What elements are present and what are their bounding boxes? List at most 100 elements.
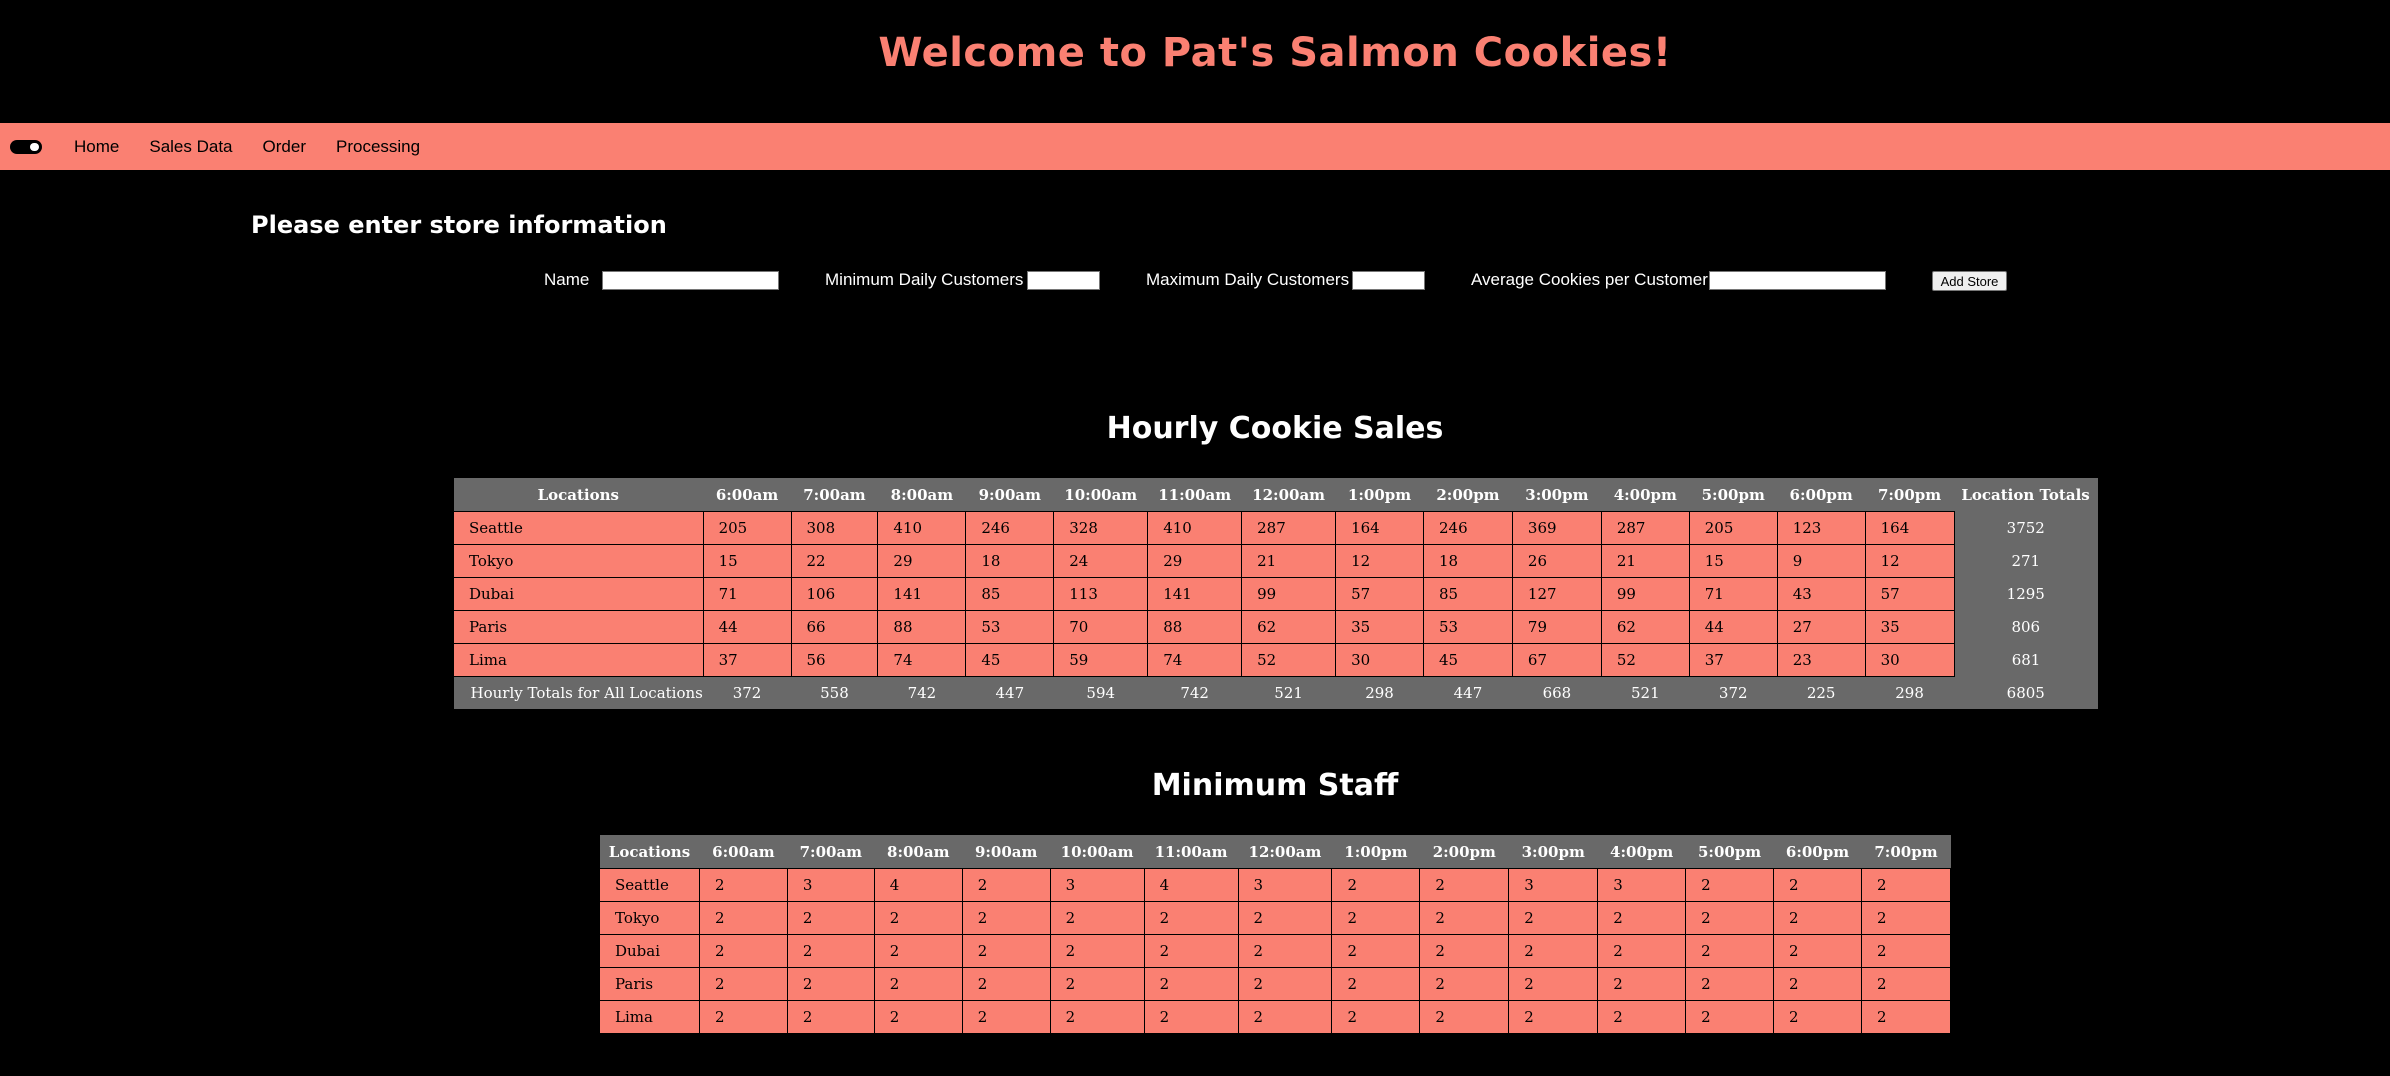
value-cell: 2 [1143,967,1239,1001]
min-customers-input[interactable] [1027,271,1100,290]
value-cell: 113 [1053,577,1149,611]
sales-header-locations: Locations [453,478,704,512]
value-cell: 2 [1773,967,1862,1001]
value-cell: 2 [698,1000,788,1034]
nav-link-home[interactable]: Home [74,137,119,157]
location-cell: Paris [453,610,704,644]
value-cell: 2 [1685,934,1775,968]
table-row: Lima 37 56 74 45 59 74 52 30 45 67 52 37 23 30 681 [453,643,2098,677]
value-cell: 30 [1864,643,1955,677]
value-cell: 2 [1049,934,1145,968]
value-cell: 2 [1773,868,1862,902]
value-cell: 4 [873,868,963,902]
value-cell: 43 [1776,577,1866,611]
table-row: Tokyo 15 22 29 18 24 29 21 12 18 26 21 15 9 12 271 [453,544,2098,578]
table-row: Dubai 71 106 141 85 113 141 99 57 85 127 99 71 43 57 12… [453,577,2098,611]
value-cell: 2 [1773,934,1862,968]
max-customers-input[interactable] [1352,271,1425,290]
theme-toggle[interactable] [10,139,42,154]
value-cell: 127 [1511,577,1602,611]
value-cell: 24 [1053,544,1149,578]
value-cell: 2 [873,1000,963,1034]
value-cell: 2 [1860,868,1952,902]
staff-title: Minimum Staff [1151,768,1399,803]
staff-header-7-00pm: 7:00pm [1861,835,1951,869]
table-row: Dubai 2 2 2 2 2 2 2 2 2 2 2 2 2 2 [599,934,1952,968]
value-cell: 106 [790,577,879,611]
value-cell: 62 [1600,610,1690,644]
location-cell: Dubai [453,577,704,611]
value-cell: 2 [786,967,875,1001]
value-cell: 2 [786,934,875,968]
staff-body: Seattle 2 3 4 2 3 4 3 2 2 3 3 2 2 2 Tokyo 2 2 2 2 2 2 2 2 2 2 2 2 2 2… [599,868,1952,1034]
location-total-cell: 806 [1954,610,2098,644]
avg-cookies-input[interactable] [1709,271,1886,290]
location-cell: Seattle [599,868,700,902]
value-cell: 2 [698,934,788,968]
value-cell: 2 [873,934,963,968]
value-cell: 30 [1335,643,1424,677]
value-cell: 88 [1147,610,1243,644]
nav-link-processing[interactable]: Processing [336,137,420,157]
value-cell: 287 [1241,511,1337,545]
value-cell: 15 [702,544,792,578]
value-cell: 2 [1597,901,1687,935]
nav-link-sales-data[interactable]: Sales Data [149,137,232,157]
value-cell: 62 [1241,610,1337,644]
sales-header-7-00pm: 7:00pm [1865,478,1955,512]
value-cell: 99 [1241,577,1337,611]
sales-header-location-totals: Location Totals [1954,478,2098,512]
site-title: Welcome to Pat's Salmon Cookies! [878,30,1672,76]
location-cell: Tokyo [453,544,704,578]
value-cell: 164 [1864,511,1955,545]
value-cell: 35 [1335,610,1424,644]
sales-header-10-00am: 10:00am [1053,478,1148,512]
footer-total-cell: 372 [1689,676,1778,709]
name-label: Name [544,270,590,289]
footer-total-cell: 521 [1601,676,1690,709]
sales-table: Locations 6:00am 7:00am 8:00am 9:00am 10:00am… [453,478,2098,709]
value-cell: 3 [1237,868,1333,902]
footer-total-cell: 521 [1241,676,1336,709]
value-cell: 57 [1864,577,1955,611]
staff-header-5-00pm: 5:00pm [1685,835,1774,869]
value-cell: 2 [1597,934,1687,968]
value-cell: 2 [1331,868,1421,902]
store-form: Name Minimum Daily Customers Maximum Dai… [0,268,2390,294]
value-cell: 29 [877,544,967,578]
value-cell: 2 [961,868,1051,902]
location-cell: Paris [599,967,700,1001]
location-total-cell: 681 [1954,643,2098,677]
value-cell: 56 [790,643,879,677]
value-cell: 2 [1773,1000,1862,1034]
value-cell: 35 [1864,610,1955,644]
value-cell: 3 [1049,868,1145,902]
footer-total-cell: 742 [1147,676,1242,709]
staff-header-1-00pm: 1:00pm [1331,835,1420,869]
form-heading: Please enter store information [251,211,667,239]
value-cell: 88 [877,610,967,644]
value-cell: 70 [1053,610,1149,644]
value-cell: 3 [1597,868,1687,902]
toggle-knob [30,142,39,151]
value-cell: 205 [702,511,792,545]
value-cell: 85 [1423,577,1513,611]
value-cell: 2 [1049,967,1145,1001]
value-cell: 37 [1688,643,1778,677]
sales-header-2-00pm: 2:00pm [1423,478,1513,512]
value-cell: 246 [1423,511,1513,545]
value-cell: 44 [1688,610,1778,644]
footer-total-cell: 594 [1053,676,1148,709]
name-input[interactable] [602,271,779,290]
add-store-button[interactable]: Add Store [1932,271,2007,291]
staff-header-4-00pm: 4:00pm [1597,835,1686,869]
staff-header-8-00am: 8:00am [874,835,963,869]
value-cell: 2 [1419,967,1510,1001]
sales-totals-row: Hourly Totals for All Locations 372 558 742… [453,676,2098,709]
staff-header-11-00am: 11:00am [1144,835,1238,869]
value-cell: 12 [1864,544,1955,578]
nav-link-order[interactable]: Order [263,137,306,157]
staff-header-2-00pm: 2:00pm [1419,835,1509,869]
value-cell: 2 [1508,1000,1599,1034]
sales-header-3-00pm: 3:00pm [1512,478,1602,512]
